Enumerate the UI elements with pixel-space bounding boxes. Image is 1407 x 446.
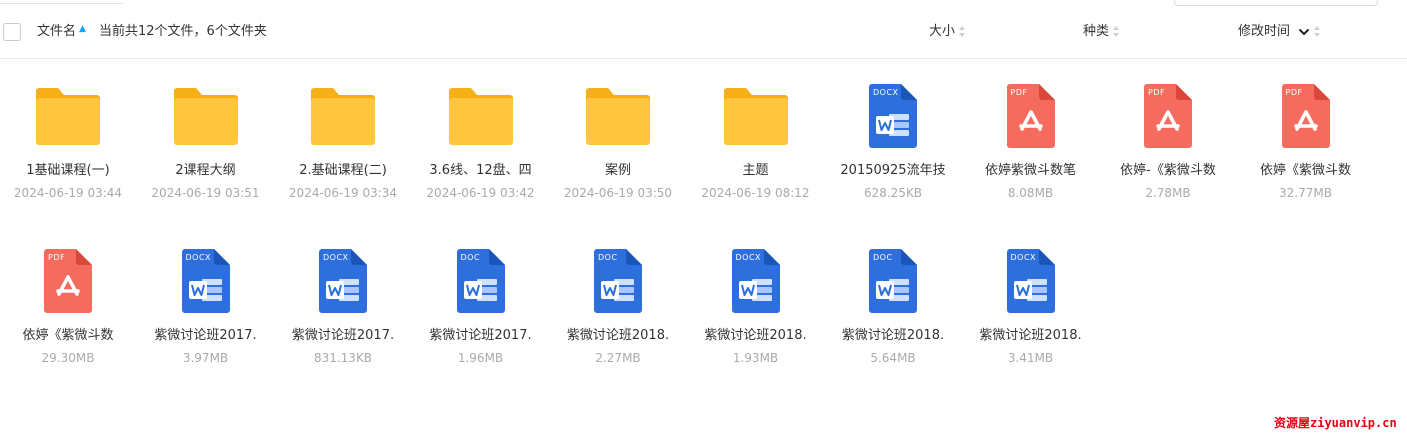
modified-time: 2024-06-19 03:51 (151, 186, 260, 200)
folder-icon (36, 78, 100, 152)
word-doc-icon (586, 243, 650, 317)
file-type-badge: DOC (598, 253, 618, 262)
word-doc-icon (861, 243, 925, 317)
file-name[interactable]: 紫微讨论班2017. (278, 327, 408, 345)
file-type-badge: DOCX (1010, 253, 1037, 262)
file-tile[interactable]: DOCX 紫微讨论班2017. 3.97MB (141, 243, 271, 383)
file-size: 3.97MB (182, 351, 229, 365)
file-name[interactable]: 3.6线、12盘、四 (416, 162, 546, 180)
sort-by-mtime[interactable]: 修改时间 (1238, 23, 1321, 40)
file-tile[interactable]: PDF 依婷-《紫微斗数 2.78MB (1103, 78, 1233, 218)
file-type-badge: DOCX (323, 253, 349, 262)
file-tile[interactable]: DOCX 紫微讨论班2018. 3.41MB (966, 243, 1096, 383)
file-size: 1.96MB (457, 351, 504, 365)
sort-icon (1314, 25, 1321, 38)
pdf-icon (1136, 78, 1200, 152)
file-name[interactable]: 依婷-《紫微斗数 (1103, 162, 1233, 180)
file-name[interactable]: 紫微讨论班2018. (966, 327, 1096, 345)
sort-asc-icon: ▲ (79, 24, 86, 34)
folder-tile[interactable]: 主题 2024-06-19 08:12 (691, 78, 821, 218)
modified-time: 2024-06-19 03:50 (563, 186, 673, 200)
modified-time: 2024-06-19 08:12 (701, 186, 810, 200)
word-doc-icon (449, 243, 513, 317)
mtime-column-label: 修改时间 (1238, 24, 1291, 39)
folder-icon (311, 78, 375, 152)
type-column-label: 种类 (1083, 24, 1110, 39)
file-name[interactable]: 案例 (553, 162, 683, 180)
file-type-badge: DOCX (873, 88, 899, 97)
folder-icon (173, 78, 238, 152)
file-name[interactable]: 20150925流年技 (828, 162, 958, 180)
file-name[interactable]: 依婷紫微斗数笔 (966, 162, 1096, 180)
chevron-down-icon[interactable] (1298, 28, 1310, 36)
sort-icon (959, 25, 966, 38)
pdf-icon (999, 78, 1063, 152)
file-name[interactable]: 紫微讨论班2018. (553, 327, 683, 345)
sort-icon (1113, 25, 1120, 38)
file-name[interactable]: 2.基础课程(二) (278, 162, 408, 180)
file-size: 5.64MB (870, 351, 916, 365)
file-type-badge: DOCX (735, 253, 762, 262)
name-column-label: 文件名 (37, 24, 77, 39)
file-name[interactable]: 紫微讨论班2018. (828, 327, 958, 345)
watermark-text: 资源屋ziyuanvip.cn (1274, 416, 1397, 430)
file-name[interactable]: 1基础课程(一) (3, 162, 133, 180)
folder-tile[interactable]: 案例 2024-06-19 03:50 (553, 78, 683, 218)
file-tile[interactable]: DOCX 20150925流年技 628.25KB (828, 78, 958, 218)
file-type-badge: DOCX (185, 253, 212, 262)
folder-icon (586, 78, 650, 152)
folder-icon (723, 78, 788, 152)
file-size: 32.77MB (1279, 186, 1332, 200)
folder-tile[interactable]: 2.基础课程(二) 2024-06-19 03:34 (278, 78, 408, 218)
file-count-summary: 当前共12个文件，6个文件夹 (99, 24, 267, 39)
file-name[interactable]: 紫微讨论班2017. (141, 327, 271, 345)
file-tile[interactable]: PDF 依婷《紫微斗数 32.77MB (1241, 78, 1371, 218)
file-size: 8.08MB (1007, 186, 1054, 200)
file-type-badge: DOC (460, 253, 481, 262)
file-size: 2.27MB (595, 351, 641, 365)
list-header: 文件名 ▲ 当前共12个文件，6个文件夹 大小 种类 修改时间 (0, 0, 1407, 59)
pdf-icon (1274, 78, 1338, 152)
sort-by-name[interactable]: 文件名 ▲ (37, 23, 86, 40)
folder-icon (448, 78, 513, 152)
file-name[interactable]: 紫微讨论班2018. (691, 327, 821, 345)
file-tile[interactable]: PDF 依婷《紫微斗数 29.30MB (3, 243, 133, 383)
file-size: 29.30MB (41, 351, 95, 365)
file-name[interactable]: 依婷《紫微斗数 (3, 327, 133, 345)
file-size: 831.13KB (313, 351, 373, 365)
file-tile[interactable]: DOC 紫微讨论班2018. 5.64MB (828, 243, 958, 383)
file-size: 1.93MB (732, 351, 779, 365)
size-column-label: 大小 (929, 24, 956, 39)
file-name[interactable]: 紫微讨论班2017. (416, 327, 546, 345)
file-name[interactable]: 2课程大纲 (141, 162, 271, 180)
file-name[interactable]: 依婷《紫微斗数 (1241, 162, 1371, 180)
folder-tile[interactable]: 2课程大纲 2024-06-19 03:51 (141, 78, 271, 218)
modified-time: 2024-06-19 03:44 (13, 186, 123, 200)
file-type-badge: PDF (1148, 88, 1166, 97)
file-tile[interactable]: DOC 紫微讨论班2018. 2.27MB (553, 243, 683, 383)
file-type-badge: PDF (48, 253, 66, 262)
file-tile[interactable]: DOC 紫微讨论班2017. 1.96MB (416, 243, 546, 383)
modified-time: 2024-06-19 03:42 (426, 186, 535, 200)
folder-tile[interactable]: 1基础课程(一) 2024-06-19 03:44 (3, 78, 133, 218)
modified-time: 2024-06-19 03:34 (288, 186, 398, 200)
file-size: 2.78MB (1145, 186, 1191, 200)
file-tile[interactable]: PDF 依婷紫微斗数笔 8.08MB (966, 78, 1096, 218)
file-size: 628.25KB (863, 186, 923, 200)
file-tile[interactable]: DOCX 紫微讨论班2017. 831.13KB (278, 243, 408, 383)
select-all-checkbox[interactable] (3, 23, 21, 41)
file-size: 3.41MB (1007, 351, 1054, 365)
file-tile[interactable]: DOCX 紫微讨论班2018. 1.93MB (691, 243, 821, 383)
file-type-badge: PDF (1010, 88, 1028, 97)
pdf-icon (36, 243, 100, 317)
file-type-badge: DOC (873, 253, 893, 262)
folder-tile[interactable]: 3.6线、12盘、四 2024-06-19 03:42 (416, 78, 546, 218)
file-type-badge: PDF (1285, 88, 1303, 97)
sort-by-type[interactable]: 种类 (1083, 23, 1120, 40)
file-name[interactable]: 主题 (691, 162, 821, 180)
sort-by-size[interactable]: 大小 (929, 23, 966, 40)
